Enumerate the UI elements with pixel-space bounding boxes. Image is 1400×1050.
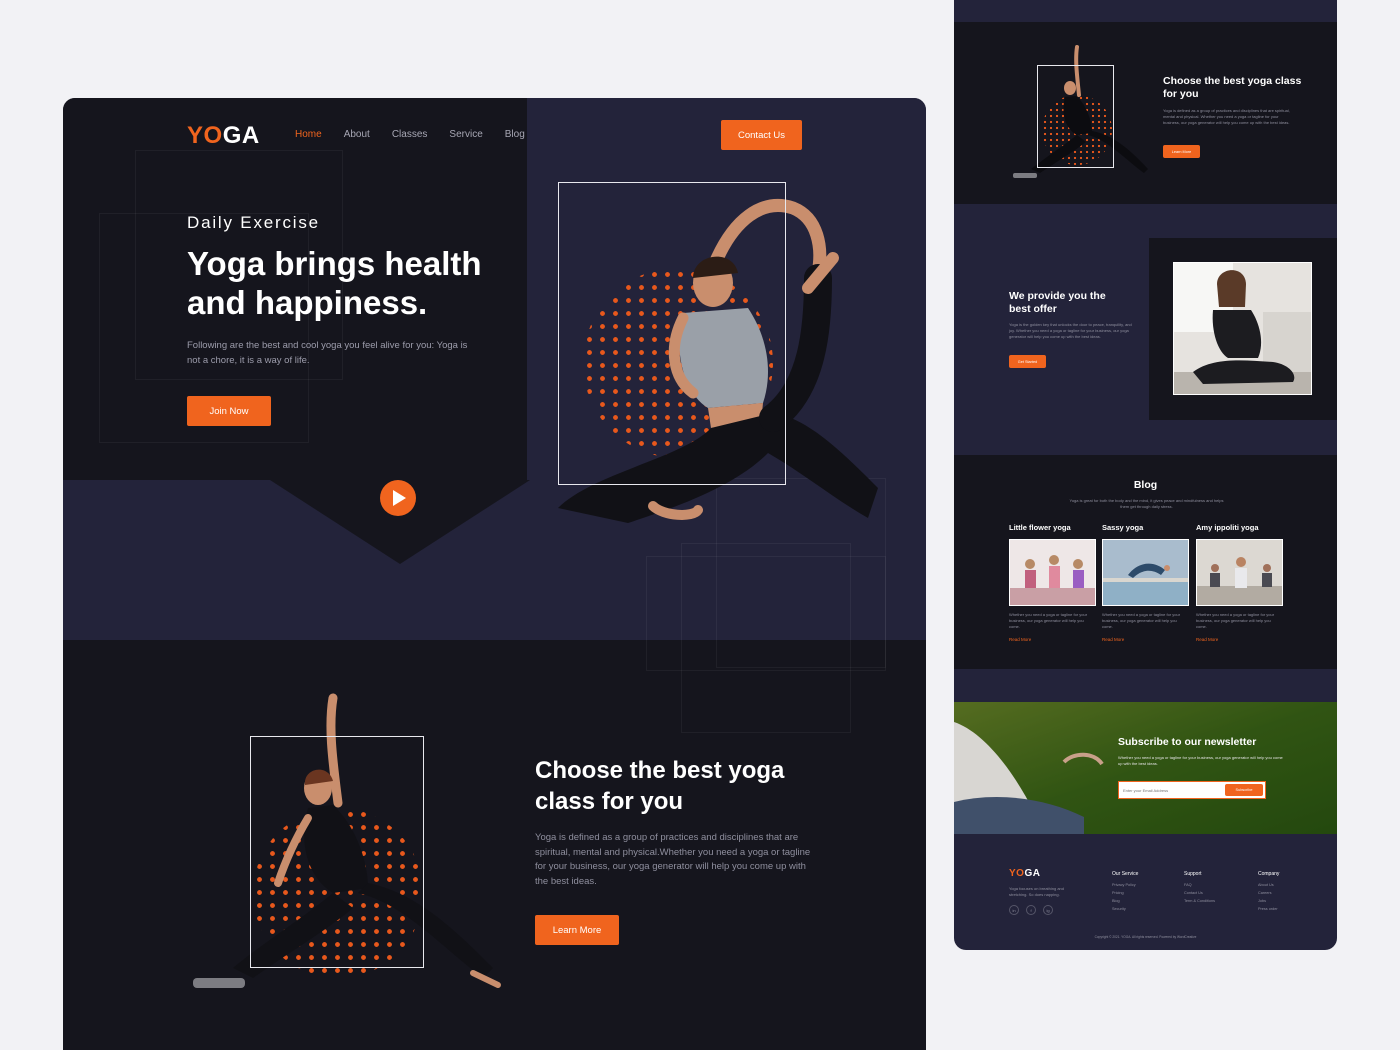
footer-col-heading: Company xyxy=(1258,871,1280,877)
blog-card-title[interactable]: Amy ippoliti yoga xyxy=(1196,523,1259,532)
blog-subtitle: Yoga is great for both the body and the … xyxy=(1069,498,1224,509)
footer-link[interactable]: Contact Us xyxy=(1184,891,1203,895)
newsletter-title: Subscribe to our newsletter xyxy=(1118,736,1257,748)
side-learn-more-button[interactable]: Learn More xyxy=(1163,145,1200,158)
instagram-icon[interactable]: ig xyxy=(1043,905,1053,915)
read-more-link[interactable]: Read More xyxy=(1102,637,1124,642)
blog-card-image[interactable] xyxy=(1009,539,1096,606)
facebook-icon[interactable]: f xyxy=(1026,905,1036,915)
newsletter-email-input[interactable] xyxy=(1123,785,1218,795)
nav-classes[interactable]: Classes xyxy=(392,129,428,140)
footer-link[interactable]: Jobs xyxy=(1258,899,1266,903)
nav-service[interactable]: Service xyxy=(449,129,482,140)
warrior-photo-frame xyxy=(250,736,424,968)
get-started-button[interactable]: Get Started xyxy=(1009,355,1046,368)
choose-text: Yoga is defined as a group of practices … xyxy=(535,832,811,887)
hero-photo-frame xyxy=(558,182,786,485)
footer-link[interactable]: Privacy Policy xyxy=(1112,883,1136,887)
hero-text: Following are the best and cool yoga you… xyxy=(187,340,468,366)
footer-link[interactable]: Pricing xyxy=(1112,891,1124,895)
learn-more-button[interactable]: Learn More xyxy=(535,915,619,945)
side-choose-text: Yoga is defined as a group of practices … xyxy=(1163,108,1290,125)
grid-decoration xyxy=(681,543,851,733)
footer-link[interactable]: FAQ xyxy=(1184,883,1192,887)
blog-card-title[interactable]: Sassy yoga xyxy=(1102,523,1143,532)
nav-home[interactable]: Home xyxy=(295,129,322,140)
newsletter-background-photo xyxy=(954,702,1337,834)
landing-page-preview: YOGA Home About Classes Service Blog Con… xyxy=(63,98,926,1050)
logo-yo: YO xyxy=(187,122,223,149)
play-icon xyxy=(393,490,406,506)
contact-us-button[interactable]: Contact Us xyxy=(721,120,802,150)
blog-card-image[interactable] xyxy=(1102,539,1189,606)
footer-logo-ga: GA xyxy=(1024,868,1041,879)
footer-logo-yo: YO xyxy=(1009,868,1025,879)
footer-col-heading: Our Service xyxy=(1112,871,1139,877)
main-nav: Home About Classes Service Blog xyxy=(295,129,525,140)
blog-title: Blog xyxy=(1133,479,1158,491)
offer-title: We provide you the best offer xyxy=(1009,290,1106,315)
nav-blog[interactable]: Blog xyxy=(505,129,525,140)
nav-about[interactable]: About xyxy=(344,129,370,140)
hero-eyebrow: Daily Exercise xyxy=(187,213,320,232)
side-choose-title: Choose the best yoga class for you xyxy=(1163,75,1302,100)
blog-card-image[interactable] xyxy=(1196,539,1283,606)
offer-photo-frame xyxy=(1173,262,1312,395)
linkedin-icon[interactable]: in xyxy=(1009,905,1019,915)
logo[interactable]: YOGA xyxy=(187,122,260,150)
copyright: Copyright © 2021. YOGA. All rights reser… xyxy=(1094,935,1197,939)
footer-link[interactable]: Security xyxy=(1112,907,1126,911)
blog-card-text: Whether you need a yoga or tagline for y… xyxy=(1196,612,1275,629)
footer-link[interactable]: Term & Conditions xyxy=(1184,899,1215,903)
footer-link[interactable]: Blog xyxy=(1112,899,1120,903)
footer-link[interactable]: About Us xyxy=(1258,883,1274,887)
newsletter-email-input-wrap: Subscribe xyxy=(1118,781,1266,799)
landing-page-full-preview: Choose the best yoga class for you Yoga … xyxy=(954,0,1337,950)
blog-card-title[interactable]: Little flower yoga xyxy=(1009,523,1071,532)
newsletter-text: Whether you need a yoga or tagline for y… xyxy=(1118,755,1283,766)
choose-title: Choose the best yoga class for you xyxy=(535,757,785,815)
subscribe-button[interactable]: Subscribe xyxy=(1225,784,1263,796)
footer-logo[interactable]: YOGA xyxy=(1009,868,1040,879)
offer-text: Yoga is the golden key that unlocks the … xyxy=(1009,322,1132,339)
footer-col-heading: Support xyxy=(1184,871,1202,877)
hero-title: Yoga brings health and happiness. xyxy=(187,245,482,321)
join-now-button[interactable]: Join Now xyxy=(187,396,271,426)
read-more-link[interactable]: Read More xyxy=(1009,637,1031,642)
side-warrior-frame xyxy=(1037,65,1114,168)
play-button[interactable] xyxy=(380,480,416,516)
footer-link[interactable]: Press order xyxy=(1258,907,1278,911)
blog-card-text: Whether you need a yoga or tagline for y… xyxy=(1009,612,1088,629)
footer-about: Yoga focuses on breathing and stretching… xyxy=(1009,886,1065,897)
blog-card-text: Whether you need a yoga or tagline for y… xyxy=(1102,612,1181,629)
read-more-link[interactable]: Read More xyxy=(1196,637,1218,642)
footer-link[interactable]: Careers xyxy=(1258,891,1272,895)
logo-ga: GA xyxy=(222,122,260,149)
